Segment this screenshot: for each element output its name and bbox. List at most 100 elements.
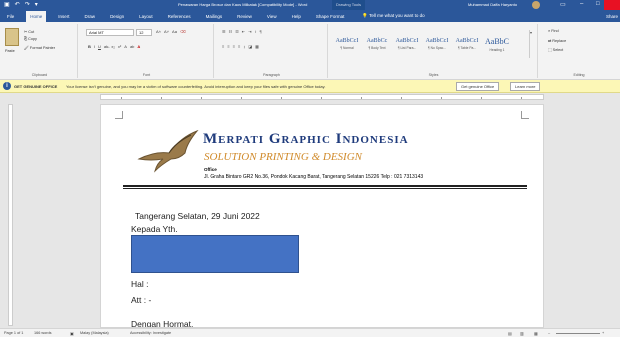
borders-icon[interactable]: ▦ <box>255 44 259 49</box>
minimize-icon[interactable]: – <box>580 1 583 7</box>
show-formatting-marks-icon[interactable]: ¶ <box>260 29 262 34</box>
tab-shape-format[interactable]: Shape Format <box>313 12 348 21</box>
horizontal-ruler[interactable] <box>0 93 620 101</box>
page-count[interactable]: Page 1 of 1 <box>4 331 23 335</box>
style-table-paragraph[interactable]: AaBbCcI ¶ Table Pa... <box>456 30 479 58</box>
style-sample: AaBbCcI <box>395 38 419 44</box>
read-mode-icon[interactable]: ▤ <box>508 331 512 336</box>
tab-home[interactable]: Home <box>26 10 47 22</box>
tab-file[interactable]: File <box>4 12 17 21</box>
style-name: ¶ Table Pa... <box>457 46 477 50</box>
restore-icon[interactable]: □ <box>596 1 600 7</box>
ruler-tick <box>161 97 162 99</box>
select-button[interactable]: ⬚ Select <box>548 47 563 52</box>
replace-label: Replace <box>552 39 567 43</box>
format-painter-button[interactable]: 🖌 Format Painter <box>24 45 55 50</box>
grow-font-icon[interactable]: A˄ <box>156 29 161 34</box>
get-genuine-office-button[interactable]: Get genuine Office <box>456 82 500 91</box>
italic-icon[interactable]: I <box>94 44 95 49</box>
superscript-icon[interactable]: x² <box>118 44 121 49</box>
style-body-text[interactable]: AaBbCc ¶ Body Text <box>366 30 388 58</box>
paste-button[interactable]: Paste <box>5 49 15 53</box>
tab-mailings[interactable]: Mailings <box>203 12 226 21</box>
style-name: Heading 1 <box>489 47 505 52</box>
copy-button[interactable]: ⎘ Copy <box>24 37 37 41</box>
style-sample: AaBbC <box>485 36 509 46</box>
align-center-icon[interactable]: ≡ <box>227 44 229 49</box>
bold-icon[interactable]: B <box>88 44 91 49</box>
crop-mark <box>115 111 123 119</box>
highlight-icon[interactable]: ab <box>130 44 134 49</box>
shading-icon[interactable]: ◪ <box>248 44 252 49</box>
find-button[interactable]: ⌕ Find <box>548 29 559 33</box>
customize-toolbar-icon[interactable]: ▾ <box>35 2 38 8</box>
document-page[interactable]: Merpati Graphic Indonesia SOLUTION PRINT… <box>100 104 544 328</box>
title-bar: ▣ ↶ ↷ ▾ Penawaran Harga Brosur dan Kaos … <box>0 0 620 10</box>
zoom-out-icon[interactable]: – <box>548 331 550 335</box>
tab-insert[interactable]: Insert <box>55 12 72 21</box>
numbering-icon[interactable]: ☷ <box>229 29 233 34</box>
user-name[interactable]: Muhammad Daffa Haryanto <box>468 2 517 7</box>
strikethrough-icon[interactable]: ab̶ <box>104 44 108 49</box>
undo-icon[interactable]: ↶ <box>15 2 20 8</box>
bullets-icon[interactable]: ☰ <box>222 29 226 34</box>
subscript-icon[interactable]: x₂ <box>111 44 115 49</box>
language-indicator[interactable]: Malay (Malaysia) <box>80 331 109 335</box>
tab-review[interactable]: Review <box>234 12 255 21</box>
close-button[interactable] <box>604 0 620 10</box>
style-heading-1[interactable]: AaBbC Heading 1 <box>485 30 509 58</box>
dove-logo-icon[interactable] <box>135 129 201 173</box>
font-color-icon[interactable]: A <box>137 44 140 49</box>
paste-icon[interactable] <box>5 28 19 46</box>
sort-icon[interactable]: ↕ <box>255 29 257 34</box>
accessibility-status[interactable]: Accessibility: Investigate <box>130 331 171 335</box>
web-layout-icon[interactable]: ▦ <box>534 331 538 336</box>
company-name: Merpati Graphic Indonesia <box>203 131 409 147</box>
ribbon-tabs: File Home Insert Draw Design Layout Refe… <box>0 10 620 22</box>
tab-references[interactable]: References <box>165 12 194 21</box>
text-effects-icon[interactable]: A <box>124 44 127 49</box>
clear-formatting-icon[interactable]: ⌫ <box>180 29 186 34</box>
font-name-box[interactable]: Arial MT <box>86 29 134 36</box>
styles-more-icon[interactable]: ▾ <box>529 30 535 58</box>
zoom-slider[interactable] <box>556 333 600 334</box>
style-no-spacing[interactable]: AaBbCcI ¶ No Spac... <box>426 30 449 58</box>
tab-view[interactable]: View <box>264 12 280 21</box>
cut-button[interactable]: ✂ Cut <box>24 29 34 34</box>
tab-design[interactable]: Design <box>107 12 127 21</box>
print-layout-icon[interactable]: ▥ <box>520 331 524 336</box>
decrease-indent-icon[interactable]: ⇤ <box>242 29 245 34</box>
line-spacing-icon[interactable]: ↨ <box>243 44 245 49</box>
recipient-shape[interactable] <box>131 235 299 273</box>
justify-icon[interactable]: ≡ <box>238 44 240 49</box>
increase-indent-icon[interactable]: ⇥ <box>248 29 251 34</box>
proofing-icon[interactable]: ▣ <box>70 331 74 336</box>
ribbon-display-options-icon[interactable]: ▭ <box>560 1 566 8</box>
style-list-paragraph[interactable]: AaBbCcI ¶ List Para... <box>395 30 419 58</box>
zoom-in-icon[interactable]: + <box>602 331 604 335</box>
clipboard-group: Paste ✂ Cut ⎘ Copy 🖌 Format Painter Clip… <box>2 24 78 78</box>
vertical-ruler[interactable] <box>8 104 13 326</box>
ruler-tick <box>361 97 362 99</box>
underline-icon[interactable]: U <box>98 44 101 49</box>
tab-draw[interactable]: Draw <box>82 12 99 21</box>
align-left-icon[interactable]: ≡ <box>222 44 224 49</box>
share-button[interactable]: Share <box>606 14 618 19</box>
redo-icon[interactable]: ↷ <box>25 2 30 8</box>
align-right-icon[interactable]: ≡ <box>233 44 235 49</box>
tell-me-search[interactable]: 💡 Tell me what you want to do <box>362 13 424 19</box>
styles-group: AaBbCcI ¶ Normal AaBbCc ¶ Body Text AaBbCc… <box>330 24 538 78</box>
change-case-icon[interactable]: Aa <box>172 29 177 34</box>
save-icon[interactable]: ▣ <box>4 2 10 8</box>
tab-layout[interactable]: Layout <box>136 12 156 21</box>
ribbon: Paste ✂ Cut ⎘ Copy 🖌 Format Painter Clip… <box>0 22 620 80</box>
learn-more-button[interactable]: Learn more <box>510 82 541 91</box>
multilevel-list-icon[interactable]: ☲ <box>235 29 239 34</box>
shrink-font-icon[interactable]: A˅ <box>164 29 169 34</box>
word-count[interactable]: 166 words <box>34 331 52 335</box>
font-size-box[interactable]: 12 <box>136 29 152 36</box>
tab-help[interactable]: Help <box>289 12 304 21</box>
avatar[interactable] <box>532 1 540 9</box>
style-normal[interactable]: AaBbCcI ¶ Normal <box>336 30 359 58</box>
replace-button[interactable]: ⇄ Replace <box>548 38 566 43</box>
